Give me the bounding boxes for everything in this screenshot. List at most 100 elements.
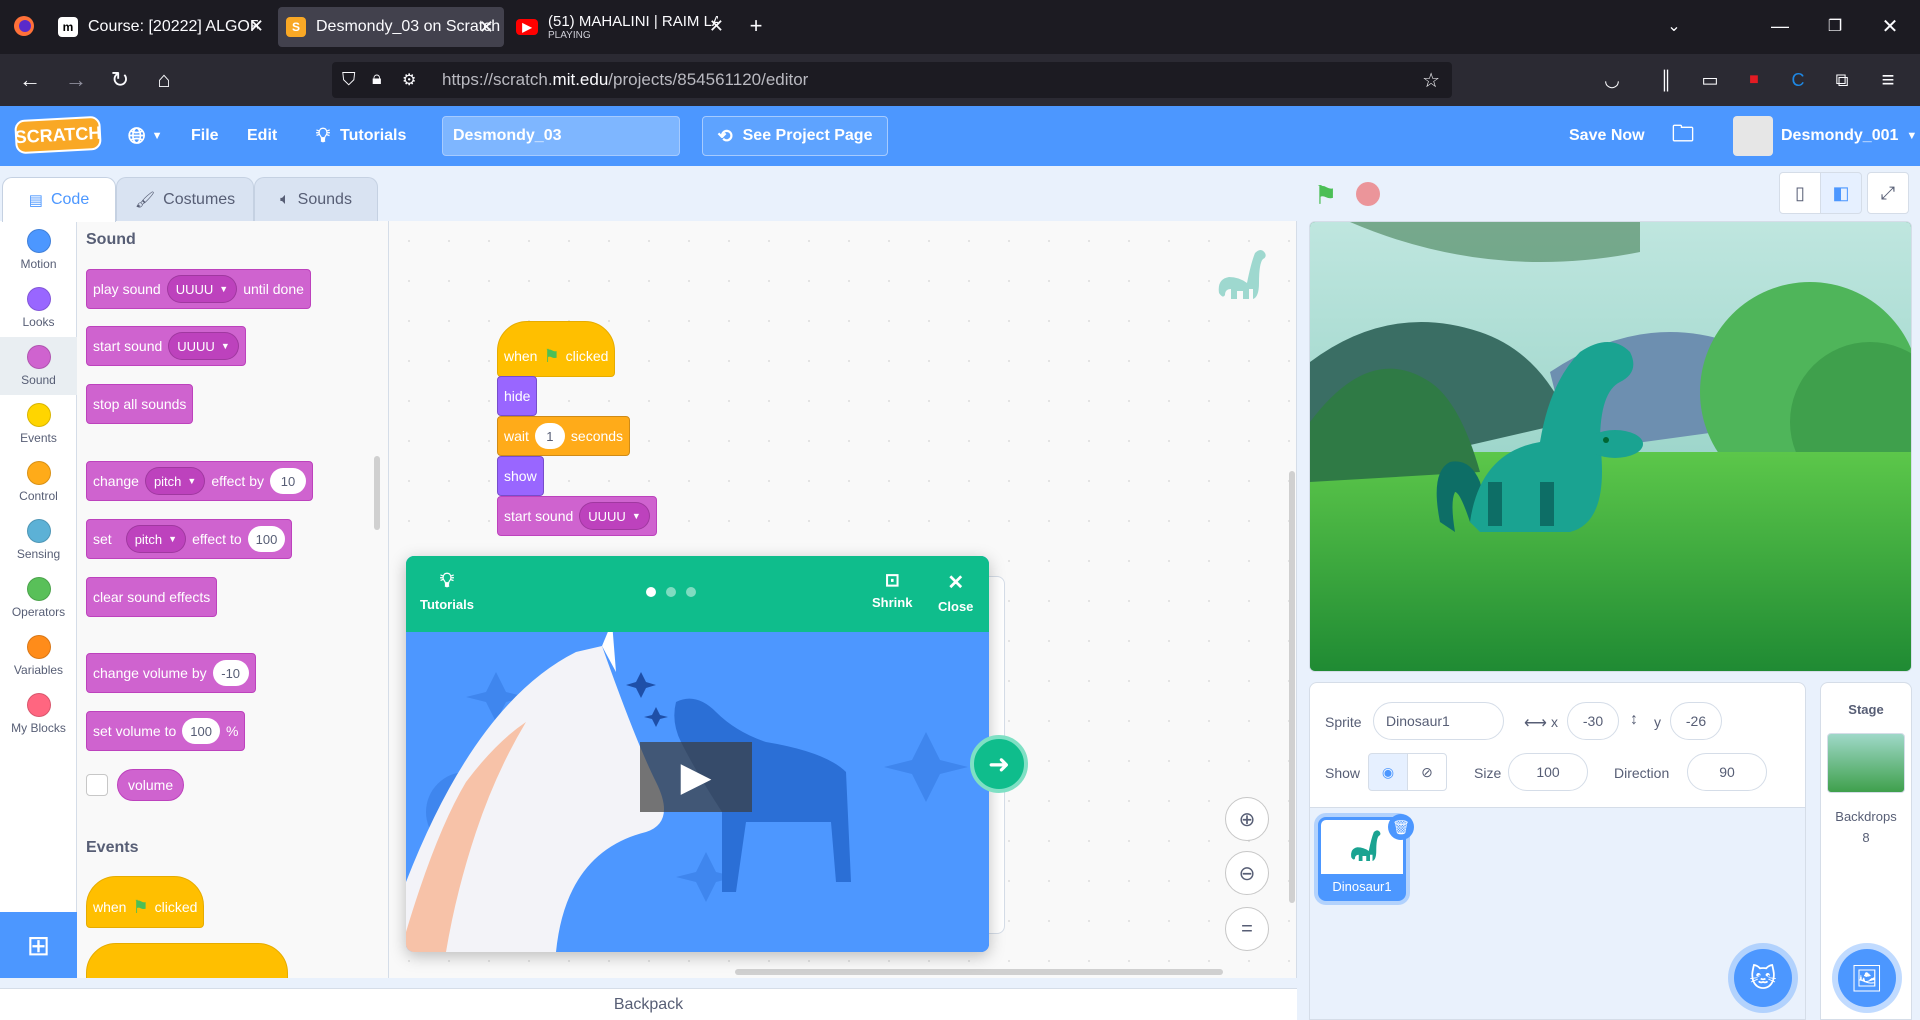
save-now-button[interactable]: Save Now — [1569, 106, 1645, 166]
number-input[interactable]: 100 — [247, 526, 286, 552]
close-tab-icon[interactable]: ✕ — [479, 17, 494, 38]
block-clear-sound-effects[interactable]: clear sound effects — [86, 577, 218, 617]
page-dot[interactable] — [666, 587, 676, 597]
zoom-in-button[interactable]: ⊕ — [1225, 797, 1269, 841]
script-show[interactable]: show — [497, 456, 544, 496]
fullscreen-button[interactable]: ⤢ — [1867, 172, 1909, 214]
back-icon[interactable]: ← — [10, 54, 50, 106]
tab-moodle[interactable]: m Course: [20222] ALGORITMA DA ✕ — [50, 0, 274, 54]
category-control[interactable]: Control — [0, 453, 77, 511]
stop-icon[interactable] — [1356, 182, 1380, 206]
block-change-effect-by[interactable]: change pitch ▼ effect by 10 — [86, 461, 313, 501]
play-video-button[interactable]: ▶ — [640, 742, 752, 812]
new-tab-icon[interactable]: + — [736, 0, 776, 52]
category-sensing[interactable]: Sensing — [0, 511, 77, 569]
backpack-bar[interactable]: Backpack — [0, 988, 1297, 1020]
sound-dropdown[interactable]: UUUU ▼ — [166, 275, 238, 303]
block-play-sound-until-done[interactable]: play sound UUUU ▼ until done — [86, 269, 311, 309]
stage-canvas[interactable] — [1309, 221, 1912, 672]
account-menu[interactable]: Desmondy_001 ▼ — [1733, 106, 1917, 166]
sprite-name-input[interactable]: Dinosaur1 — [1373, 702, 1504, 740]
number-input[interactable]: 10 — [270, 468, 306, 494]
number-input[interactable]: 1 — [534, 423, 565, 449]
size-input[interactable]: 100 — [1508, 753, 1588, 791]
tab-scratch[interactable]: S Desmondy_03 on Scratch ✕ — [278, 7, 504, 47]
choose-backdrop-button[interactable]: 🖼︎ — [1838, 949, 1896, 1007]
category-operators[interactable]: Operators — [0, 569, 77, 627]
script-wait-seconds[interactable]: wait 1 seconds — [497, 416, 631, 456]
tab-sounds[interactable]: 🔈︎ Sounds — [254, 177, 378, 221]
sound-dropdown[interactable]: UUUU ▼ — [579, 502, 650, 530]
scratch-logo[interactable]: SCRATCH — [14, 115, 102, 155]
list-tabs-icon[interactable]: ⌄ — [1654, 0, 1694, 52]
page-dot-active[interactable] — [646, 587, 656, 597]
volume-checkbox[interactable] — [86, 774, 108, 796]
category-variables[interactable]: Variables — [0, 627, 77, 685]
category-looks[interactable]: Looks — [0, 279, 77, 337]
tutorials-menu[interactable]: 💡︎ Tutorials — [316, 106, 406, 166]
tutorial-next-button[interactable]: ➜ — [970, 735, 1028, 793]
category-motion[interactable]: Motion — [0, 221, 77, 279]
tab-code[interactable]: ▤ Code — [2, 177, 116, 222]
effect-dropdown[interactable]: pitch ▼ — [125, 525, 187, 553]
zoom-out-button[interactable]: ⊖ — [1225, 851, 1269, 895]
small-stage-button[interactable]: ▯ — [1779, 172, 1821, 214]
block-start-sound[interactable]: start sound UUUU ▼ — [86, 326, 246, 366]
lock-icon[interactable]: 🔒︎ — [372, 68, 382, 89]
pocket-icon[interactable]: ◡ — [1592, 54, 1632, 106]
direction-input[interactable]: 90 — [1687, 753, 1767, 791]
zoom-reset-button[interactable]: = — [1225, 907, 1269, 951]
block-change-volume-by[interactable]: change volume by -10 — [86, 653, 256, 693]
tutorial-video[interactable]: ▶ — [406, 632, 989, 952]
x-input[interactable]: -30 — [1567, 702, 1619, 740]
add-extension-button[interactable]: ⊞ — [0, 912, 77, 978]
minimize-icon[interactable]: — — [1760, 0, 1800, 52]
palette-scrollbar[interactable] — [374, 456, 380, 530]
block-set-effect-to[interactable]: set pitch ▼ effect to 100 — [86, 519, 293, 559]
reload-icon[interactable]: ↻ — [100, 54, 140, 106]
script-hide[interactable]: hide — [497, 376, 538, 416]
shield-icon[interactable]: ⛉ — [342, 69, 356, 90]
url-text[interactable]: https://scratch.mit.edu/projects/8545611… — [442, 70, 808, 90]
extensions-icon[interactable]: ⧉ — [1822, 54, 1862, 106]
close-button[interactable]: ✕ Close — [938, 570, 973, 614]
effect-dropdown[interactable]: pitch ▼ — [144, 467, 206, 495]
my-stuff-folder-icon[interactable]: 🗀 — [1672, 106, 1694, 166]
close-tab-icon[interactable]: ✕ — [709, 16, 724, 37]
category-sound[interactable]: Sound — [0, 337, 77, 395]
tab-youtube[interactable]: ▶ (51) MAHALINI | RAIM LAODE PLAYING ✕ — [508, 0, 734, 54]
extension-blue-icon[interactable]: C — [1778, 54, 1818, 106]
script-when-flag-clicked[interactable]: when ⚑ clicked — [497, 321, 616, 377]
workspace-vertical-scrollbar[interactable] — [1289, 471, 1295, 903]
block-stop-all-sounds[interactable]: stop all sounds — [86, 384, 194, 424]
restore-icon[interactable]: ❐ — [1815, 0, 1855, 52]
permissions-icon[interactable]: ⚙ — [402, 70, 416, 90]
show-hidden-button[interactable]: ⊘ — [1407, 753, 1447, 791]
file-menu[interactable]: File — [191, 106, 219, 166]
tutorials-button[interactable]: 💡︎ Tutorials — [420, 570, 474, 612]
y-input[interactable]: -26 — [1670, 702, 1722, 740]
menu-icon[interactable]: ≡ — [1868, 54, 1908, 106]
page-dot[interactable] — [686, 587, 696, 597]
home-icon[interactable]: ⌂ — [144, 54, 184, 106]
close-tab-icon[interactable]: ✕ — [249, 16, 264, 37]
firefox-icon[interactable] — [2, 0, 46, 52]
show-visible-button[interactable]: ◉ — [1368, 753, 1408, 791]
block-when-flag-clicked[interactable]: when ⚑ clicked — [86, 876, 205, 928]
bookmark-star-icon[interactable]: ☆ — [1422, 68, 1440, 93]
block-volume-reporter[interactable]: volume — [117, 769, 185, 801]
edit-menu[interactable]: Edit — [247, 106, 277, 166]
library-icon[interactable]: ║ — [1646, 54, 1686, 106]
forward-icon[interactable]: → — [56, 54, 96, 106]
number-input[interactable]: 100 — [182, 718, 220, 744]
sidebar-icon[interactable]: ▭ — [1690, 54, 1730, 106]
project-title-input[interactable]: Desmondy_03 — [442, 116, 680, 156]
tab-costumes[interactable]: 🖌︎ Costumes — [116, 177, 254, 221]
see-project-page-button[interactable]: ⟲ See Project Page — [702, 116, 888, 156]
choose-sprite-button[interactable]: 🐱︎ — [1734, 949, 1792, 1007]
extension-red-icon[interactable]: ■ — [1734, 54, 1774, 106]
green-flag-icon[interactable]: ⚑ — [1314, 180, 1337, 211]
shrink-button[interactable]: ⊡ Shrink — [872, 570, 912, 610]
number-input[interactable]: -10 — [212, 660, 249, 686]
category-my-blocks[interactable]: My Blocks — [0, 685, 77, 743]
